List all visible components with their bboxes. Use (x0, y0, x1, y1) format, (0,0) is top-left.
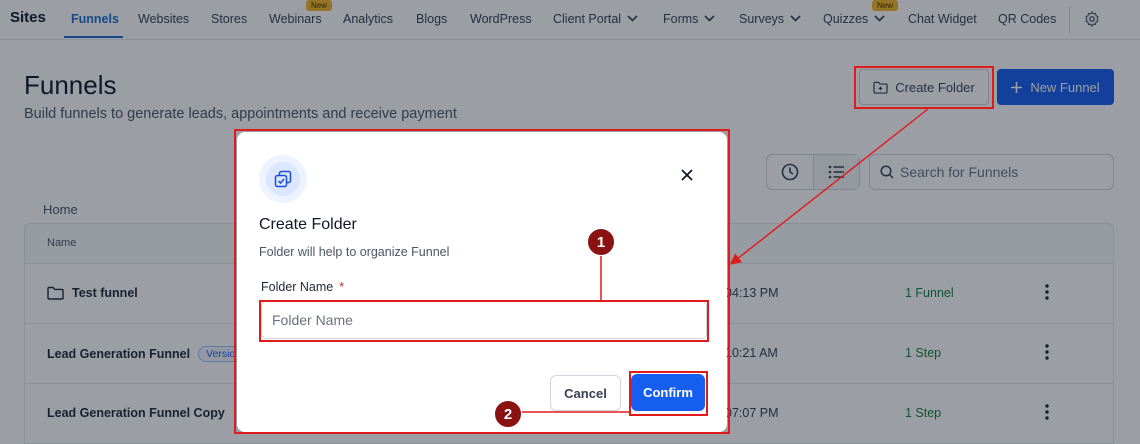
step-marker-1: 1 (587, 228, 615, 256)
annotation-lines (521, 108, 929, 413)
annotation-arrow (729, 108, 929, 265)
step-marker-2: 2 (494, 400, 522, 428)
